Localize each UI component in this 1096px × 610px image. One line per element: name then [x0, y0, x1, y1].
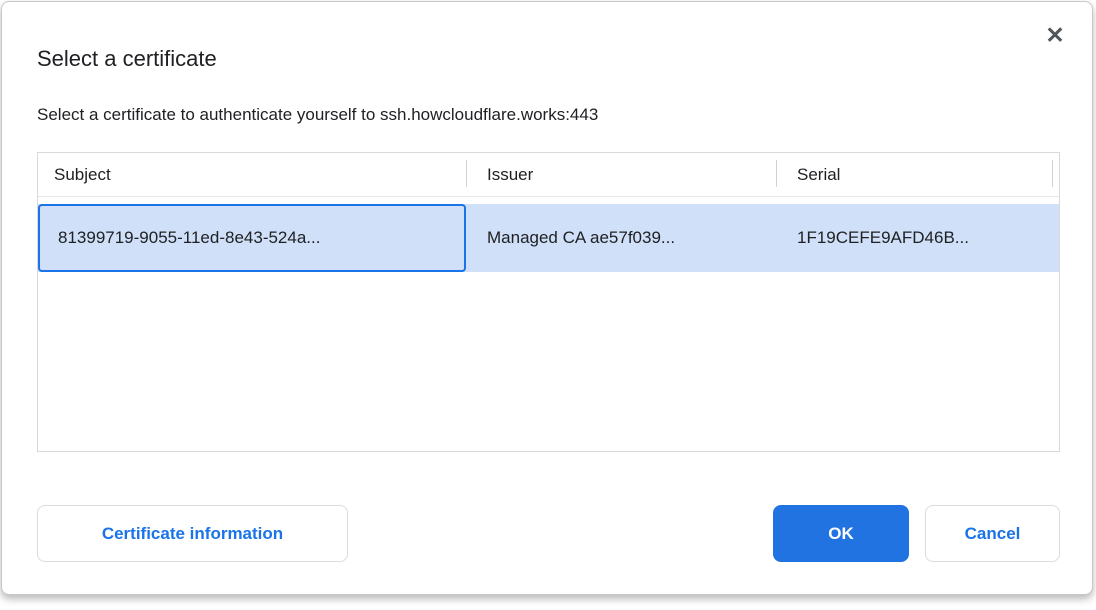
- table-body: 81399719-9055-11ed-8e43-524a... Managed …: [38, 197, 1059, 272]
- certificate-information-button[interactable]: Certificate information: [37, 505, 348, 562]
- column-header-subject: Subject: [38, 153, 466, 196]
- certificate-select-dialog: ✕ Select a certificate Select a certific…: [1, 1, 1093, 595]
- dialog-title: Select a certificate: [37, 46, 217, 72]
- ok-button[interactable]: OK: [773, 505, 909, 562]
- cell-issuer[interactable]: Managed CA ae57f039...: [466, 204, 776, 272]
- dialog-subtitle: Select a certificate to authenticate you…: [37, 105, 598, 125]
- certificate-table: Subject Issuer Serial 81399719-9055-11ed…: [37, 152, 1060, 452]
- certificate-row[interactable]: 81399719-9055-11ed-8e43-524a... Managed …: [38, 204, 1059, 272]
- column-header-serial: Serial: [776, 153, 1059, 196]
- cell-serial[interactable]: 1F19CEFE9AFD46B...: [776, 204, 1059, 272]
- close-icon[interactable]: ✕: [1040, 20, 1070, 50]
- table-header: Subject Issuer Serial: [38, 153, 1059, 197]
- column-header-issuer: Issuer: [466, 153, 776, 196]
- header-gutter-divider: [1052, 160, 1053, 187]
- cell-subject[interactable]: 81399719-9055-11ed-8e43-524a...: [38, 204, 466, 272]
- cancel-button[interactable]: Cancel: [925, 505, 1060, 562]
